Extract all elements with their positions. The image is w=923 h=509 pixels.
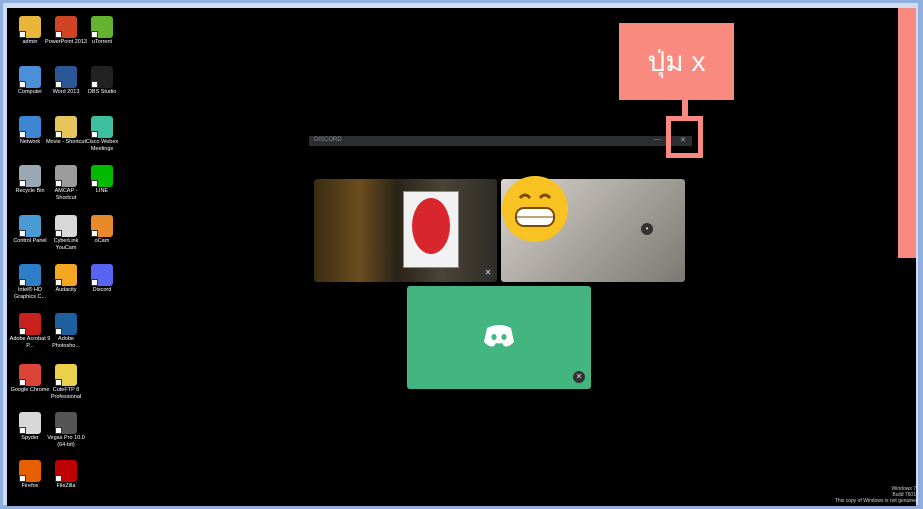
desktop: admin PowerPoint 2013 uTorrent Computer Word… bbox=[7, 8, 916, 506]
shortcut-arrow-icon bbox=[91, 31, 98, 38]
shortcut-arrow-icon bbox=[55, 279, 62, 286]
chrome-icon bbox=[19, 364, 41, 386]
acrobat-icon bbox=[19, 313, 41, 335]
movie-folder-icon bbox=[55, 116, 77, 138]
audacity-icon bbox=[55, 264, 77, 286]
shortcut-arrow-icon bbox=[91, 279, 98, 286]
desktop-icon-label: Adobe Photosho... bbox=[52, 336, 80, 349]
video-tile-participant-3[interactable]: ✕ bbox=[407, 286, 591, 389]
photoshop-icon bbox=[55, 313, 77, 335]
spyder-icon bbox=[19, 412, 41, 434]
desktop-icon-label: LINE bbox=[95, 188, 109, 194]
desktop-icon[interactable]: uTorrent bbox=[80, 16, 124, 46]
network-icon bbox=[19, 116, 41, 138]
desktop-icon[interactable]: LINE bbox=[80, 165, 124, 195]
desktop-icon-label: Cisco Webex Meetings bbox=[85, 139, 119, 152]
desktop-icon[interactable]: Discord bbox=[80, 264, 124, 294]
discord-window-titlebar[interactable]: DISCORD — ✕ bbox=[309, 136, 692, 146]
close-button-callout: ปุ่ม x bbox=[619, 23, 734, 100]
grinning-emoji-icon bbox=[502, 176, 568, 242]
video-tile-participant-1[interactable]: ✕ bbox=[314, 179, 497, 282]
shortcut-arrow-icon bbox=[91, 131, 98, 138]
side-callout bbox=[898, 8, 916, 258]
ocam-icon bbox=[91, 215, 113, 237]
callout-label: ปุ่ม x bbox=[647, 45, 706, 77]
desktop-icon[interactable]: Adobe Photosho... bbox=[44, 313, 88, 349]
muted-mic-icon: ✕ bbox=[482, 267, 494, 279]
shortcut-arrow-icon bbox=[55, 475, 62, 482]
desktop-icon-label: Vegas Pro 10.0 (64-bit) bbox=[47, 435, 85, 448]
shortcut-arrow-icon bbox=[91, 81, 98, 88]
shortcut-arrow-icon bbox=[91, 180, 98, 187]
shortcut-arrow-icon bbox=[19, 230, 26, 237]
desktop-icon-label: uTorrent bbox=[91, 39, 113, 45]
vegas-icon bbox=[55, 412, 77, 434]
shortcut-arrow-icon bbox=[19, 180, 26, 187]
cuteftp-icon bbox=[55, 364, 77, 386]
minimize-button[interactable]: — bbox=[654, 136, 661, 143]
shortcut-arrow-icon bbox=[55, 379, 62, 386]
desktop-icon[interactable]: CuteFTP 8 Professional bbox=[44, 364, 88, 400]
shortcut-arrow-icon bbox=[19, 81, 26, 88]
shortcut-arrow-icon bbox=[55, 180, 62, 187]
recycle-bin-icon bbox=[19, 165, 41, 187]
shortcut-arrow-icon bbox=[19, 475, 26, 482]
control-panel-icon bbox=[19, 215, 41, 237]
amcap-icon bbox=[55, 165, 77, 187]
word-icon bbox=[55, 66, 77, 88]
shortcut-arrow-icon bbox=[55, 131, 62, 138]
obs-icon bbox=[91, 66, 113, 88]
shortcut-arrow-icon bbox=[55, 31, 62, 38]
line-icon bbox=[91, 165, 113, 187]
shortcut-arrow-icon bbox=[19, 279, 26, 286]
shortcut-arrow-icon bbox=[19, 131, 26, 138]
powerpoint-icon bbox=[55, 16, 77, 38]
desktop-icon-label: Discord bbox=[92, 287, 112, 293]
opera-mask-picture bbox=[403, 191, 459, 268]
user-folder-icon bbox=[19, 16, 41, 38]
discord-icon bbox=[91, 264, 113, 286]
close-button-highlight bbox=[666, 116, 703, 158]
watermark-line-3: This copy of Windows is not genuine bbox=[834, 498, 916, 504]
windows-watermark: Windows 7 Build 7601 This copy of Window… bbox=[835, 486, 916, 504]
utorrent-icon bbox=[91, 16, 113, 38]
mask-face bbox=[412, 198, 450, 254]
shortcut-arrow-icon bbox=[19, 427, 26, 434]
filezilla-icon bbox=[55, 460, 77, 482]
firefox-icon bbox=[19, 460, 41, 482]
desktop-icon[interactable]: Vegas Pro 10.0 (64-bit) bbox=[44, 412, 88, 448]
shortcut-arrow-icon bbox=[19, 328, 26, 335]
desktop-icon[interactable]: FileZilla bbox=[44, 460, 88, 490]
webex-icon bbox=[91, 116, 113, 138]
shortcut-arrow-icon bbox=[55, 81, 62, 88]
desktop-icon[interactable]: Cisco Webex Meetings bbox=[80, 116, 124, 152]
shortcut-arrow-icon bbox=[19, 31, 26, 38]
shortcut-arrow-icon bbox=[55, 328, 62, 335]
muted-mic-icon: ✕ bbox=[573, 371, 585, 383]
desktop-icon-label: CuteFTP 8 Professional bbox=[50, 387, 82, 400]
discord-logo-icon bbox=[484, 325, 514, 347]
desktop-icon-label: FileZilla bbox=[56, 483, 76, 489]
shortcut-arrow-icon bbox=[19, 379, 26, 386]
intel-graphics-icon bbox=[19, 264, 41, 286]
shortcut-arrow-icon bbox=[91, 230, 98, 237]
computer-icon bbox=[19, 66, 41, 88]
shortcut-arrow-icon bbox=[55, 427, 62, 434]
discord-window-title: DISCORD bbox=[314, 137, 342, 143]
desktop-icon-label: OBS Studio bbox=[87, 89, 117, 95]
desktop-icon[interactable]: oCam bbox=[80, 215, 124, 245]
youcam-icon bbox=[55, 215, 77, 237]
desktop-icon[interactable]: OBS Studio bbox=[80, 66, 124, 96]
desktop-icon-label: oCam bbox=[94, 238, 110, 244]
shortcut-arrow-icon bbox=[55, 230, 62, 237]
callout-connector bbox=[682, 100, 688, 116]
speaker-icon: • bbox=[641, 223, 653, 235]
